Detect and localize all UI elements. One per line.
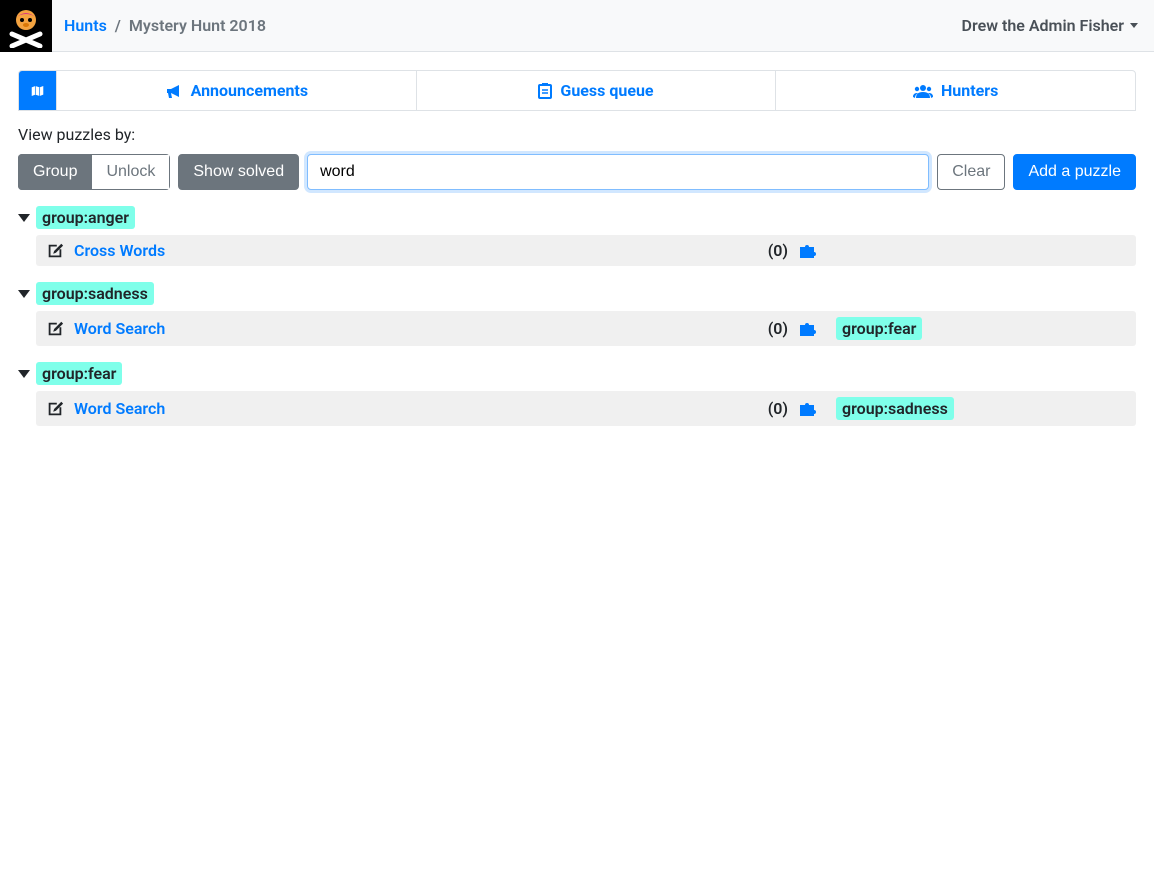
group-button[interactable]: Group [18,154,92,190]
puzzle-row: Cross Words (0) [36,235,1136,266]
caret-down-icon [1130,23,1138,28]
view-mode-group: Group Unlock [18,154,170,190]
edit-icon[interactable] [46,400,64,418]
user-name: Drew the Admin Fisher [962,16,1124,35]
app-logo[interactable] [0,0,52,52]
puzzle-link[interactable]: Cross Words [74,241,165,260]
tab-hunters-label: Hunters [941,81,998,100]
map-icon [31,83,44,99]
breadcrumb-current: Mystery Hunt 2018 [129,16,266,35]
controls-row: Group Unlock Show solved Clear Add a puz… [18,154,1136,190]
puzzle-link[interactable]: Word Search [74,319,165,338]
group-tag[interactable]: group:anger [36,206,135,229]
user-menu[interactable]: Drew the Admin Fisher [962,16,1138,35]
group-tag[interactable]: group:fear [36,362,122,385]
collapse-icon [18,214,30,222]
group-block: group:sadness Word Search (0) group:fear [18,282,1136,346]
show-solved-button[interactable]: Show solved [178,154,299,190]
puzzle-row: Word Search (0) group:fear [36,311,1136,346]
clipboard-icon [538,83,552,99]
puzzle-piece-icon[interactable] [798,242,818,260]
tab-guess-queue[interactable]: Guess queue [417,71,777,110]
puzzle-extra-tags: group:sadness [836,397,1116,420]
tab-hunters[interactable]: Hunters [776,71,1135,110]
edit-icon[interactable] [46,320,64,338]
view-puzzles-label: View puzzles by: [18,125,1136,144]
puzzle-piece-icon[interactable] [798,400,818,418]
puzzle-tag[interactable]: group:sadness [836,397,954,420]
group-tag[interactable]: group:sadness [36,282,154,305]
tab-bar: Announcements Guess queue Hunters [18,70,1136,111]
group-block: group:anger Cross Words (0) [18,206,1136,266]
unlock-button[interactable]: Unlock [92,154,170,190]
users-icon [913,83,933,99]
tab-announcements[interactable]: Announcements [57,71,417,110]
puzzle-extra-tags: group:fear [836,317,1116,340]
group-header[interactable]: group:sadness [18,282,1136,305]
puzzle-row: Word Search (0) group:sadness [36,391,1136,426]
puzzle-count: (0) [758,399,788,418]
puzzle-count: (0) [758,241,788,260]
breadcrumb: Hunts / Mystery Hunt 2018 [52,16,266,35]
collapse-icon [18,290,30,298]
group-header[interactable]: group:anger [18,206,1136,229]
clear-button[interactable]: Clear [937,154,1005,190]
collapse-icon [18,370,30,378]
breadcrumb-separator: / [115,16,121,35]
tab-map[interactable] [19,71,57,110]
add-puzzle-button[interactable]: Add a puzzle [1013,154,1136,190]
breadcrumb-root-link[interactable]: Hunts [64,16,107,35]
tab-announcements-label: Announcements [191,81,308,100]
puzzle-piece-icon[interactable] [798,320,818,338]
edit-icon[interactable] [46,242,64,260]
tab-guess-queue-label: Guess queue [560,81,653,100]
bullhorn-icon [165,83,183,99]
search-input[interactable] [307,154,929,190]
puzzle-tag[interactable]: group:fear [836,317,922,340]
puzzle-count: (0) [758,319,788,338]
group-header[interactable]: group:fear [18,362,1136,385]
group-block: group:fear Word Search (0) group:sadness [18,362,1136,426]
topbar: Hunts / Mystery Hunt 2018 Drew the Admin… [0,0,1154,52]
puzzle-link[interactable]: Word Search [74,399,165,418]
